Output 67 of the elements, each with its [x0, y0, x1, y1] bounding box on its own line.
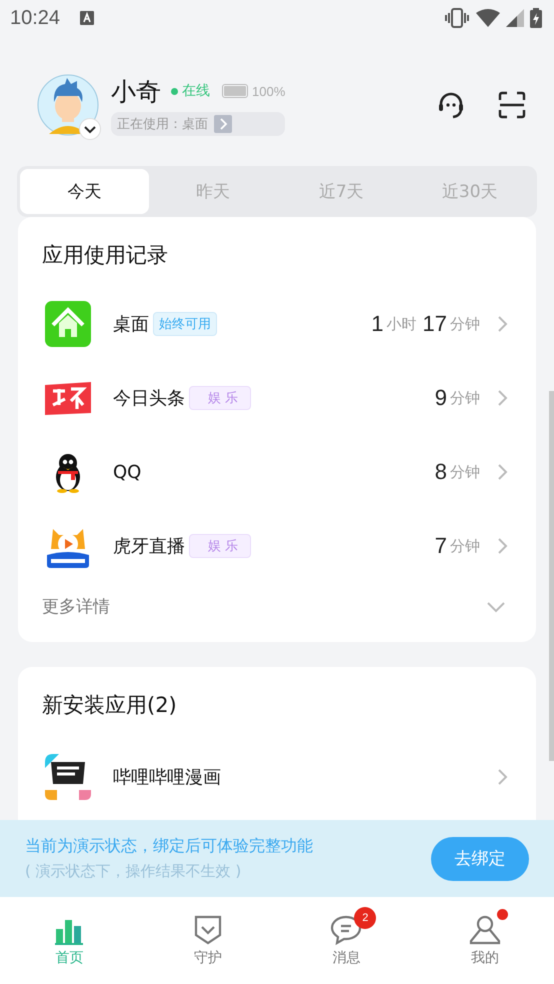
app-usage-row[interactable]: QQ 8 分钟 — [18, 435, 536, 509]
duration-value: 7 — [434, 533, 447, 559]
nav-tab[interactable]: 2 消息 — [277, 897, 416, 984]
scan-icon[interactable] — [498, 91, 526, 119]
installed-app-row[interactable]: 哔哩哔哩漫画 — [18, 737, 536, 817]
card-title: 应用使用记录 — [41, 242, 169, 269]
chevron-right-icon — [496, 768, 508, 786]
battery-reading: 100% — [252, 84, 286, 98]
duration-value: 9 — [434, 385, 447, 411]
app-tag: 始终可用 — [153, 312, 217, 336]
app-tag: 娱 乐 — [189, 386, 252, 410]
duration-unit: 分钟 — [450, 388, 480, 408]
vibrate-icon — [444, 8, 470, 28]
dropdown-icon[interactable] — [79, 118, 101, 140]
nav-label: 首页 — [55, 949, 84, 967]
shield-icon — [194, 915, 222, 945]
nav-label: 消息 — [332, 949, 360, 967]
duration-unit: 分钟 — [450, 462, 480, 482]
bar-chart-icon — [53, 917, 86, 945]
duration-value: 8 — [434, 459, 447, 485]
demo-subnotice: ( 演示状态下，操作结果不生效 ) — [25, 862, 242, 881]
duration-value: 17 — [422, 311, 447, 337]
duration-value: 1 — [371, 311, 384, 337]
unread-count: 2 — [354, 907, 376, 929]
nav-tab[interactable]: 守护 — [138, 897, 277, 984]
app-usage-row[interactable]: 今日头条 娱 乐 9 分钟 — [18, 361, 536, 435]
nav-label: 守护 — [194, 949, 222, 967]
online-status: 在线 — [182, 82, 210, 100]
chevron-right-icon — [496, 463, 508, 481]
chat-icon — [330, 915, 362, 945]
app-usage-row[interactable]: 桌面 始终可用 1 小时 17 分钟 — [18, 287, 536, 361]
chevron-down-icon — [486, 600, 506, 612]
person-icon — [468, 915, 501, 945]
headset-icon[interactable] — [436, 90, 466, 120]
chevron-right-icon — [496, 389, 508, 407]
app-name: 虎牙直播 — [113, 535, 185, 558]
battery-charging-icon — [530, 8, 542, 28]
app-name: 哔哩哔哩漫画 — [113, 766, 221, 789]
nav-label: 我的 — [470, 949, 499, 967]
period-tab[interactable]: 今天 — [20, 169, 148, 214]
chevron-right-icon — [214, 114, 232, 132]
duration-unit: 小时 — [386, 314, 417, 334]
keyboard-notification-icon — [80, 11, 94, 25]
wifi-icon — [476, 9, 500, 27]
current-app-label: 正在使用：桌面 — [117, 116, 208, 132]
duration-unit: 分钟 — [450, 314, 480, 334]
chevron-right-icon — [496, 315, 508, 333]
app-tag: 娱 乐 — [189, 534, 252, 558]
app-name: 桌面 — [113, 313, 149, 336]
child-name: 小奇 — [111, 76, 161, 108]
status-time: 10:24 — [10, 6, 60, 30]
house-icon — [45, 301, 91, 347]
signal-icon — [506, 9, 524, 27]
current-app-chip[interactable]: 正在使用：桌面 — [111, 112, 286, 136]
duration-unit: 分钟 — [450, 536, 480, 556]
card-title: 新安装应用(2) — [41, 692, 178, 719]
avatar[interactable] — [37, 74, 99, 136]
nav-tab[interactable]: 首页 — [0, 897, 138, 984]
app-name: QQ — [113, 462, 142, 482]
app-name: 今日头条 — [113, 387, 185, 410]
demo-notice: 当前为演示状态，绑定后可体验完整功能 — [25, 836, 314, 857]
chevron-right-icon — [496, 537, 508, 555]
bind-button[interactable]: 去绑定 — [431, 836, 529, 880]
more-details-row[interactable]: 更多详情 — [18, 583, 536, 638]
app-usage-row[interactable]: 虎牙直播 娱 乐 7 分钟 — [18, 509, 536, 583]
more-details-label: 更多详情 — [42, 596, 110, 618]
nav-tab[interactable]: 我的 — [416, 897, 554, 984]
